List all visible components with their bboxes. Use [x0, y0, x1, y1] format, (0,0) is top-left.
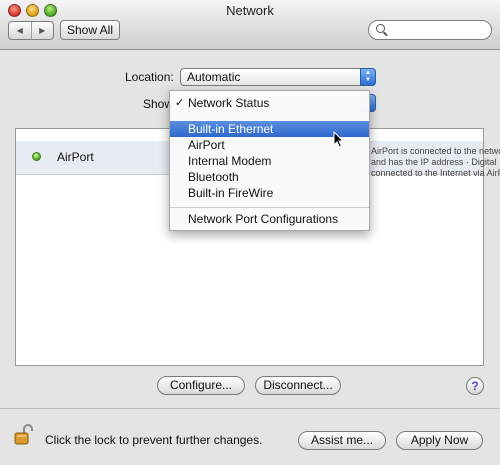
menu-item-label: AirPort — [188, 138, 225, 152]
window-titlebar: Network ◀ ▶ Show All — [0, 0, 500, 50]
show-all-button[interactable]: Show All — [60, 20, 120, 40]
search-field[interactable] — [368, 20, 492, 40]
port-name: AirPort — [57, 150, 94, 164]
footer-divider — [0, 408, 500, 409]
search-icon — [376, 24, 385, 33]
detail-line: AirPort is connected to the network — [371, 146, 500, 156]
menu-item-bluetooth[interactable]: Bluetooth — [170, 169, 369, 185]
help-button[interactable]: ? — [466, 377, 484, 395]
forward-arrow-icon[interactable]: ▶ — [30, 22, 54, 39]
menu-item-label: Built-in FireWire — [188, 186, 274, 200]
disconnect-button[interactable]: Disconnect... — [255, 376, 341, 395]
configure-button[interactable]: Configure... — [157, 376, 245, 395]
menu-item-network-status[interactable]: ✓ Network Status — [170, 95, 369, 111]
popup-arrows-icon: ▲▼ — [360, 68, 376, 86]
location-value: Automatic — [187, 70, 241, 84]
status-indicator-icon — [32, 152, 41, 161]
assist-me-button[interactable]: Assist me... — [298, 431, 386, 450]
checkmark-icon: ✓ — [175, 97, 185, 109]
back-arrow-icon[interactable]: ◀ — [9, 22, 31, 39]
back-forward-control: ◀ ▶ — [8, 21, 54, 40]
location-label: Location: — [125, 70, 174, 84]
menu-item-label: Built-in Ethernet — [188, 122, 274, 136]
detail-line: connected to the Internet via AirPort. — [371, 168, 500, 178]
menu-item-internal-modem[interactable]: Internal Modem — [170, 153, 369, 169]
location-popup[interactable]: Automatic ▲ ▼ — [180, 68, 376, 86]
menu-separator — [170, 207, 369, 208]
menu-item-label: Internal Modem — [188, 154, 272, 168]
show-popup-menu: ✓ Network Status Built-in Ethernet AirPo… — [169, 90, 370, 231]
unlocked-lock-icon[interactable] — [14, 424, 34, 446]
menu-item-network-port-configurations[interactable]: Network Port Configurations — [170, 211, 369, 227]
menu-item-label: Bluetooth — [188, 170, 239, 184]
mouse-pointer-icon — [333, 131, 345, 148]
menu-item-label: Network Status — [188, 96, 270, 110]
window-title: Network — [226, 3, 274, 18]
menu-item-built-in-firewire[interactable]: Built-in FireWire — [170, 185, 369, 201]
search-input[interactable] — [389, 23, 487, 37]
lock-instruction-text: Click the lock to prevent further change… — [45, 433, 263, 447]
apply-now-button[interactable]: Apply Now — [396, 431, 483, 450]
port-status-detail: AirPort is connected to the network and … — [371, 146, 500, 179]
menu-item-label: Network Port Configurations — [188, 212, 339, 226]
detail-line: and has the IP address · Digital — [371, 157, 497, 167]
